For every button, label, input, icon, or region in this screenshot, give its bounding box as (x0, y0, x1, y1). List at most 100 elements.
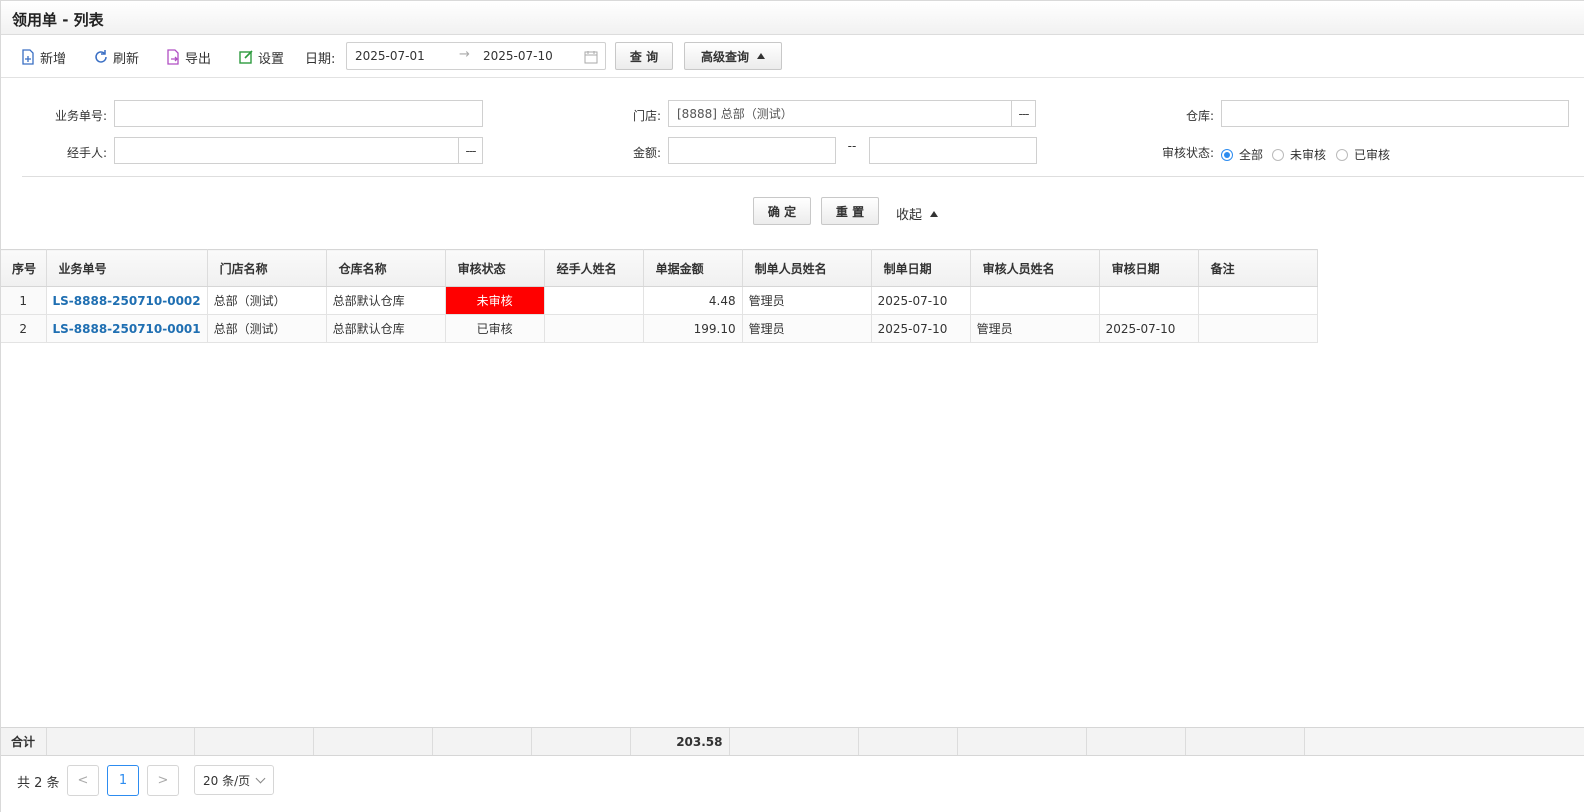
audit-radio-all-label: 全部 (1239, 148, 1264, 162)
order-no-link[interactable]: LS-8888-250710-0002 (46, 286, 208, 315)
column-header[interactable]: 单据金额 (643, 249, 743, 287)
store-name-cell: 总部（测试） (207, 314, 327, 343)
collapse-button[interactable]: 收起 (896, 204, 939, 223)
column-header[interactable]: 业务单号 (46, 249, 208, 287)
auditor-cell (970, 286, 1100, 315)
row-index: 2 (1, 314, 47, 343)
column-header[interactable]: 审核日期 (1099, 249, 1199, 287)
handler-cell (544, 314, 644, 343)
create-date-cell: 2025-07-10 (871, 286, 971, 315)
filter-divider (22, 176, 1584, 177)
advanced-query-button[interactable]: 高级查询 (684, 42, 782, 70)
amount-cell: 199.10 (643, 314, 743, 343)
row-index: 1 (1, 286, 47, 315)
summary-row: 合计 203.58 (1, 727, 1584, 756)
date-label: 日期: (305, 52, 336, 67)
remark-cell (1198, 314, 1318, 343)
store-input[interactable]: [8888] 总部（测试） (668, 100, 1012, 127)
settings-button[interactable]: 设置 (238, 46, 284, 68)
audit-status-label: 审核状态: (1161, 146, 1214, 160)
remark-cell (1198, 286, 1318, 315)
grid-header-row: 序号 业务单号 门店名称 仓库名称 审核状态 经手人姓名 单据金额 制单人员姓名… (1, 249, 1318, 287)
summary-amount: 203.58 (630, 728, 730, 755)
export-icon (167, 49, 179, 65)
handler-cell (544, 286, 644, 315)
page-1-button[interactable]: 1 (107, 765, 139, 796)
store-label: 门店: (632, 109, 661, 123)
audit-status-badge: 未审核 (445, 286, 545, 315)
date-range-picker[interactable]: 2025-07-01 → 2025-07-10 (346, 42, 606, 70)
next-page-button[interactable]: > (147, 765, 179, 796)
creator-cell: 管理员 (742, 314, 872, 343)
calendar-icon (584, 51, 598, 64)
radio-unchecked-icon (1272, 148, 1284, 161)
handler-picker-button[interactable]: --- (458, 137, 483, 164)
column-header[interactable]: 经手人姓名 (544, 249, 644, 287)
refresh-button[interactable]: 刷新 (93, 46, 139, 68)
column-header[interactable]: 序号 (1, 249, 47, 287)
advanced-query-label: 高级查询 (700, 49, 749, 64)
date-to: 2025-07-10 (483, 49, 553, 63)
grid-table: 序号 业务单号 门店名称 仓库名称 审核状态 经手人姓名 单据金额 制单人员姓名… (1, 249, 1318, 343)
date-range-arrow-icon: → (459, 47, 470, 62)
audit-date-cell (1099, 286, 1199, 315)
add-document-icon (22, 49, 34, 65)
query-button[interactable]: 查 询 (615, 42, 673, 70)
summary-cell (194, 728, 314, 755)
order-no-link[interactable]: LS-8888-250710-0001 (46, 314, 208, 343)
settings-button-label: 设置 (258, 51, 285, 67)
warehouse-name-cell: 总部默认仓库 (326, 286, 446, 315)
summary-cell (858, 728, 958, 755)
prev-page-button[interactable]: < (67, 765, 99, 796)
summary-cell (46, 728, 195, 755)
audit-radio-all[interactable]: 全部 (1221, 146, 1263, 163)
column-header[interactable]: 制单人员姓名 (742, 249, 872, 287)
page-size-select[interactable]: 20 条/页 (194, 765, 274, 795)
toolbar: 新增 刷新 导出 设置 日期: 2025-07-01 → 2025-07-10 … (1, 36, 1584, 78)
confirm-button[interactable]: 确 定 (753, 197, 811, 225)
column-header[interactable]: 审核人员姓名 (970, 249, 1100, 287)
amount-to-input[interactable] (869, 137, 1037, 164)
reset-button-label: 重 置 (835, 204, 865, 219)
audit-status-cell: 已审核 (445, 314, 545, 343)
handler-input[interactable] (114, 137, 459, 164)
table-row[interactable]: 1 LS-8888-250710-0002 总部（测试） 总部默认仓库 未审核 … (1, 286, 1318, 315)
store-name-cell: 总部（测试） (207, 286, 327, 315)
column-header[interactable]: 仓库名称 (326, 249, 446, 287)
column-header[interactable]: 门店名称 (207, 249, 327, 287)
audit-radio-audited[interactable]: 已审核 (1336, 146, 1390, 163)
warehouse-label: 仓库: (1185, 109, 1214, 123)
amount-separator: -- (847, 139, 857, 153)
summary-cell (957, 728, 1087, 755)
column-header[interactable]: 审核状态 (445, 249, 545, 287)
warehouse-name-cell: 总部默认仓库 (326, 314, 446, 343)
query-button-label: 查 询 (629, 49, 659, 64)
total-count: 共 2 条 (17, 776, 60, 791)
handler-label: 经手人: (66, 146, 107, 160)
audit-date-cell: 2025-07-10 (1099, 314, 1199, 343)
warehouse-input[interactable] (1221, 100, 1569, 127)
audit-radio-unaudited-label: 未审核 (1290, 148, 1327, 162)
amount-from-input[interactable] (668, 137, 836, 164)
refresh-button-label: 刷新 (113, 51, 140, 67)
add-button[interactable]: 新增 (20, 46, 66, 68)
reset-button[interactable]: 重 置 (821, 197, 879, 225)
export-button-label: 导出 (185, 51, 212, 67)
audit-radio-unaudited[interactable]: 未审核 (1272, 146, 1326, 163)
order-no-input[interactable] (114, 100, 483, 127)
table-row[interactable]: 2 LS-8888-250710-0001 总部（测试） 总部默认仓库 已审核 … (1, 314, 1318, 343)
auditor-cell: 管理员 (970, 314, 1100, 343)
summary-cell (313, 728, 433, 755)
export-button[interactable]: 导出 (165, 46, 211, 68)
order-no-label: 业务单号: (54, 109, 107, 123)
column-header[interactable]: 备注 (1198, 249, 1318, 287)
summary-table: 合计 203.58 (1, 728, 1305, 755)
store-picker-button[interactable]: --- (1011, 100, 1036, 127)
summary-cell (729, 728, 859, 755)
add-button-label: 新增 (40, 51, 67, 67)
page-size-value: 20 条/页 (203, 773, 251, 788)
create-date-cell: 2025-07-10 (871, 314, 971, 343)
pagination: 共 2 条 < 1 > 20 条/页 (1, 757, 1584, 812)
page-title: 领用单 - 列表 (12, 11, 104, 29)
column-header[interactable]: 制单日期 (871, 249, 971, 287)
